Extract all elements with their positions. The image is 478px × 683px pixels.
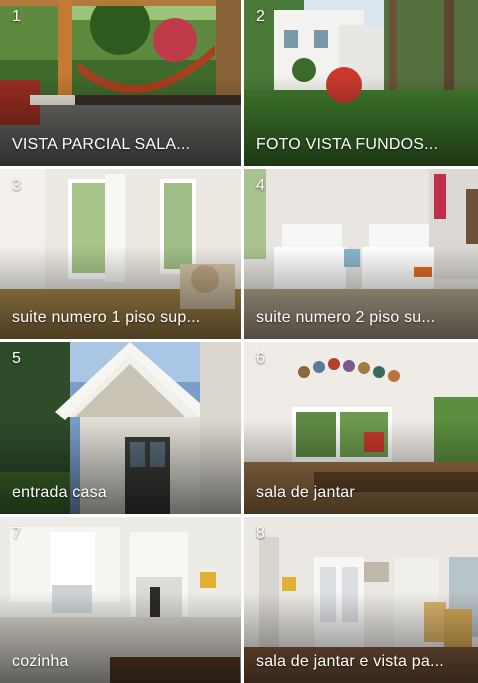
photo-tile-7[interactable]: 7 cozinha: [0, 517, 241, 683]
photo-tile-4[interactable]: 4 suite numero 2 piso su...: [244, 169, 478, 339]
photo-tile-1[interactable]: 1 VISTA PARCIAL SALA...: [0, 0, 241, 166]
photo-tile-2[interactable]: 2 FOTO VISTA FUNDOS...: [244, 0, 478, 166]
photo-caption: cozinha: [12, 653, 69, 670]
photo-caption: VISTA PARCIAL SALA...: [12, 136, 191, 153]
photo-number: 2: [256, 8, 265, 25]
photo-caption: sala de jantar: [256, 484, 355, 501]
photo-number: 3: [12, 177, 21, 194]
photo-caption: suite numero 1 piso sup...: [12, 309, 201, 326]
photo-number: 5: [12, 350, 21, 367]
photo-gallery-grid: 1 VISTA PARCIAL SALA... 2 FOTO VISTA FUN…: [0, 0, 478, 683]
photo-tile-5[interactable]: 5 entrada casa: [0, 342, 241, 514]
photo-caption: FOTO VISTA FUNDOS...: [256, 136, 439, 153]
photo-tile-3[interactable]: 3 suite numero 1 piso sup...: [0, 169, 241, 339]
photo-tile-8[interactable]: 8 sala de jantar e vista pa...: [244, 517, 478, 683]
photo-caption: entrada casa: [12, 484, 107, 501]
photo-tile-6[interactable]: 6 sala de jantar: [244, 342, 478, 514]
photo-number: 8: [256, 525, 265, 542]
photo-number: 4: [256, 177, 265, 194]
photo-caption: sala de jantar e vista pa...: [256, 653, 444, 670]
photo-caption: suite numero 2 piso su...: [256, 309, 436, 326]
photo-number: 1: [12, 8, 21, 25]
photo-number: 6: [256, 350, 265, 367]
photo-number: 7: [12, 525, 21, 542]
